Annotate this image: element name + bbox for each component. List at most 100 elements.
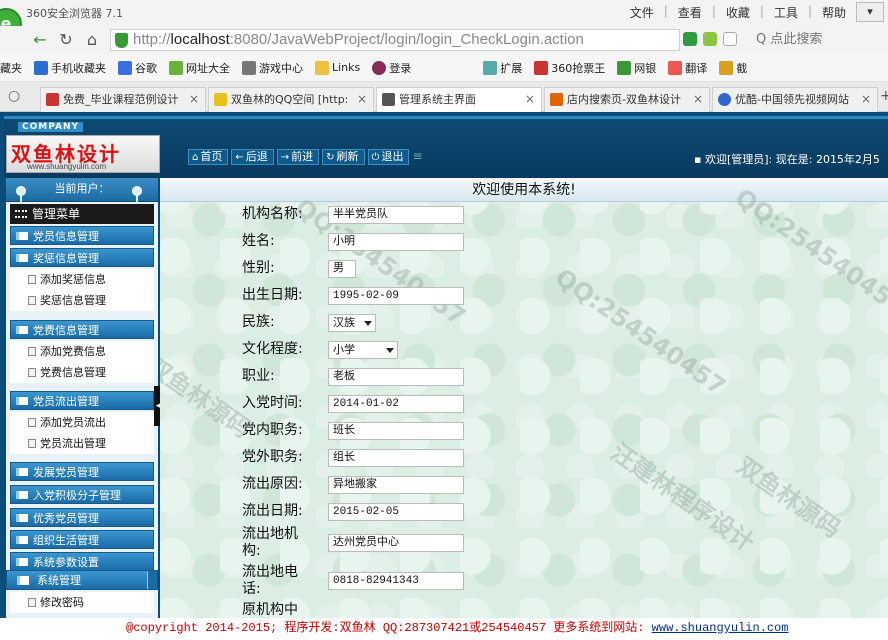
birth-date-field[interactable]: 1995-02-09 bbox=[328, 287, 464, 305]
outflow-org-field[interactable]: 达州党员中心 bbox=[328, 534, 464, 552]
fav-item[interactable]: 截 bbox=[719, 60, 747, 76]
field-label: 流出地机 bbox=[242, 526, 298, 542]
ethnicity-select[interactable]: 汉族 bbox=[328, 314, 376, 332]
party-position-field[interactable]: 班长 bbox=[328, 422, 464, 440]
tab-close-icon[interactable]: × bbox=[861, 88, 871, 111]
fav-item[interactable]: 手机收藏夹 bbox=[34, 60, 106, 76]
fav-item[interactable]: 网址大全 bbox=[169, 60, 230, 76]
occupation-field[interactable]: 老板 bbox=[328, 368, 464, 386]
field-label: 入党时间: bbox=[242, 395, 303, 411]
address-bar[interactable]: http://localhost:8080/JavaWebProject/log… bbox=[110, 29, 680, 51]
new-tab-icon[interactable]: + bbox=[880, 88, 888, 104]
gender-field[interactable]: 男 bbox=[328, 260, 356, 278]
home-icon[interactable]: ⌂ bbox=[82, 30, 102, 50]
tab-favicon-icon bbox=[382, 93, 395, 106]
section-icon bbox=[16, 468, 28, 476]
sidebar-section-system[interactable]: 系统管理 bbox=[6, 570, 158, 590]
sidebar-item-add-reward[interactable]: 添加奖惩信息 bbox=[10, 269, 154, 290]
fav-item[interactable]: 谷歌 bbox=[118, 60, 157, 76]
fav-item[interactable]: 游戏中心 bbox=[242, 60, 303, 76]
fav-item[interactable]: 360抢票王 bbox=[534, 60, 605, 76]
page-footer: @copyright 2014-2015; 程序开发:双鱼林 QQ:287307… bbox=[0, 618, 888, 640]
search-input[interactable]: Q 点此搜索 bbox=[748, 29, 888, 51]
menu-file[interactable]: 文件 bbox=[624, 4, 660, 21]
outflow-reason-field[interactable]: 异地搬家 bbox=[328, 476, 464, 494]
education-select[interactable]: 小学 bbox=[328, 341, 398, 359]
compat-mode-icon[interactable] bbox=[703, 32, 717, 46]
nav-home-button[interactable]: ⌂ 首页 bbox=[188, 149, 229, 165]
section-icon bbox=[16, 326, 28, 334]
field-label: 职业: bbox=[242, 368, 275, 384]
sidebar-section-reward[interactable]: 奖惩信息管理 bbox=[10, 248, 154, 267]
sidebar-section-outflow[interactable]: 党员流出管理 bbox=[10, 391, 154, 410]
google-icon bbox=[118, 60, 132, 75]
section-icon bbox=[16, 536, 28, 544]
nav-forward-button[interactable]: → 前进 bbox=[276, 149, 320, 165]
nav-logout-button[interactable]: ⏻ 退出 bbox=[367, 149, 410, 165]
sidebar-section-org-life[interactable]: 组织生活管理 bbox=[10, 530, 154, 549]
menu-view[interactable]: 查看 bbox=[672, 4, 708, 21]
field-label: 机构名称: bbox=[242, 206, 303, 222]
sidebar-section-member[interactable]: 党员信息管理 bbox=[10, 226, 154, 245]
page-icon bbox=[28, 418, 36, 427]
section-icon bbox=[17, 576, 29, 585]
fav-item[interactable]: 登录 bbox=[372, 60, 411, 76]
window-minimize-button[interactable]: ▾ bbox=[856, 2, 884, 22]
sidebar-item-add-outflow[interactable]: 添加党员流出 bbox=[10, 412, 154, 433]
sidebar-section-fee[interactable]: 党费信息管理 bbox=[10, 320, 154, 339]
fav-item[interactable]: 网银 bbox=[617, 60, 656, 76]
field-label: 文化程度: bbox=[242, 341, 303, 357]
qr-code-icon[interactable] bbox=[683, 32, 697, 46]
watermark: QQ:254540457 bbox=[730, 182, 888, 322]
sidebar-item-reward-manage[interactable]: 奖惩信息管理 bbox=[10, 290, 154, 311]
outflow-date-field[interactable]: 2015-02-05 bbox=[328, 503, 464, 521]
ticket-icon bbox=[534, 60, 549, 75]
name-field[interactable]: 小明 bbox=[328, 233, 464, 251]
outflow-phone-field[interactable]: 0818-82941343 bbox=[328, 572, 464, 590]
field-label: 原机构中 bbox=[242, 602, 298, 618]
menu-favorites[interactable]: 收藏 bbox=[720, 4, 756, 21]
copyright-text: @copyright 2014-2015; 程序开发:双鱼林 QQ:287307… bbox=[126, 621, 652, 635]
sidebar-item-fee-manage[interactable]: 党费信息管理 bbox=[10, 362, 154, 383]
tab-admin-main[interactable]: 管理系统主界面 × bbox=[376, 87, 542, 113]
org-name-field[interactable]: 半半党员队 bbox=[328, 206, 464, 224]
tab-favicon-icon bbox=[46, 93, 59, 106]
sidebar-item-add-fee[interactable]: 添加党费信息 bbox=[10, 341, 154, 362]
site-link[interactable]: www.shuangyulin.com bbox=[652, 621, 789, 635]
menu-tools[interactable]: 工具 bbox=[768, 4, 804, 21]
nav-back-button[interactable]: ← 后退 bbox=[231, 149, 274, 165]
site-header: COMPANY 双鱼林设计 www.shuangyulin.com ⌂ 首页 ← 后… bbox=[4, 116, 888, 178]
tab-qq-space[interactable]: 双鱼林的QQ空间 [http: × bbox=[208, 87, 374, 112]
header-nav: ⌂ 首页 ← 后退 → 前进 ↻ 刷新 ⏻ 退出 ≡ bbox=[188, 149, 423, 165]
field-label: 党外职务: bbox=[242, 449, 303, 465]
sidebar-section-params[interactable]: 系统参数设置 bbox=[10, 552, 154, 571]
sidebar-section-activist[interactable]: 入党积极分子管理 bbox=[10, 485, 154, 504]
sidebar-item-change-password[interactable]: 修改密码 bbox=[10, 592, 154, 613]
fav-item[interactable]: 藏夹 bbox=[0, 60, 22, 76]
company-tag: COMPANY bbox=[18, 122, 83, 132]
tab-close-icon[interactable]: × bbox=[357, 88, 367, 111]
fav-item[interactable]: 翻译 bbox=[668, 60, 707, 76]
reload-icon[interactable]: ↻ bbox=[56, 30, 76, 50]
fav-item[interactable]: 扩展 bbox=[483, 60, 522, 76]
tab-close-icon[interactable]: × bbox=[525, 88, 535, 111]
tab-close-icon[interactable]: × bbox=[693, 88, 703, 111]
field-label: 党内职务: bbox=[242, 422, 303, 438]
sidebar-item-outflow-manage[interactable]: 党员流出管理 bbox=[10, 433, 154, 454]
fav-item[interactable]: Links bbox=[315, 60, 360, 75]
tab-shop-search[interactable]: 店内搜索页-双鱼林设计 × bbox=[544, 87, 710, 112]
join-date-field[interactable]: 2014-01-02 bbox=[328, 395, 464, 413]
sidebar-section-develop[interactable]: 发展党员管理 bbox=[10, 462, 154, 481]
section-icon bbox=[16, 514, 28, 522]
external-position-field[interactable]: 组长 bbox=[328, 449, 464, 467]
tab-youku[interactable]: 优酷-中国领先视频网站 × bbox=[712, 87, 878, 112]
menu-help[interactable]: 帮助 bbox=[816, 4, 852, 21]
sidebar-section-excellent[interactable]: 优秀党员管理 bbox=[10, 508, 154, 527]
tab-course-design[interactable]: 免费_毕业课程范例设计 × bbox=[40, 87, 206, 112]
chevron-down-icon[interactable] bbox=[723, 32, 737, 46]
tab-close-icon[interactable]: × bbox=[189, 88, 199, 111]
restore-tab-icon[interactable]: ○ bbox=[8, 88, 20, 104]
nav-refresh-button[interactable]: ↻ 刷新 bbox=[322, 149, 365, 165]
back-arrow-icon[interactable]: ← bbox=[30, 30, 50, 50]
brand-url: www.shuangyulin.com bbox=[27, 162, 107, 171]
